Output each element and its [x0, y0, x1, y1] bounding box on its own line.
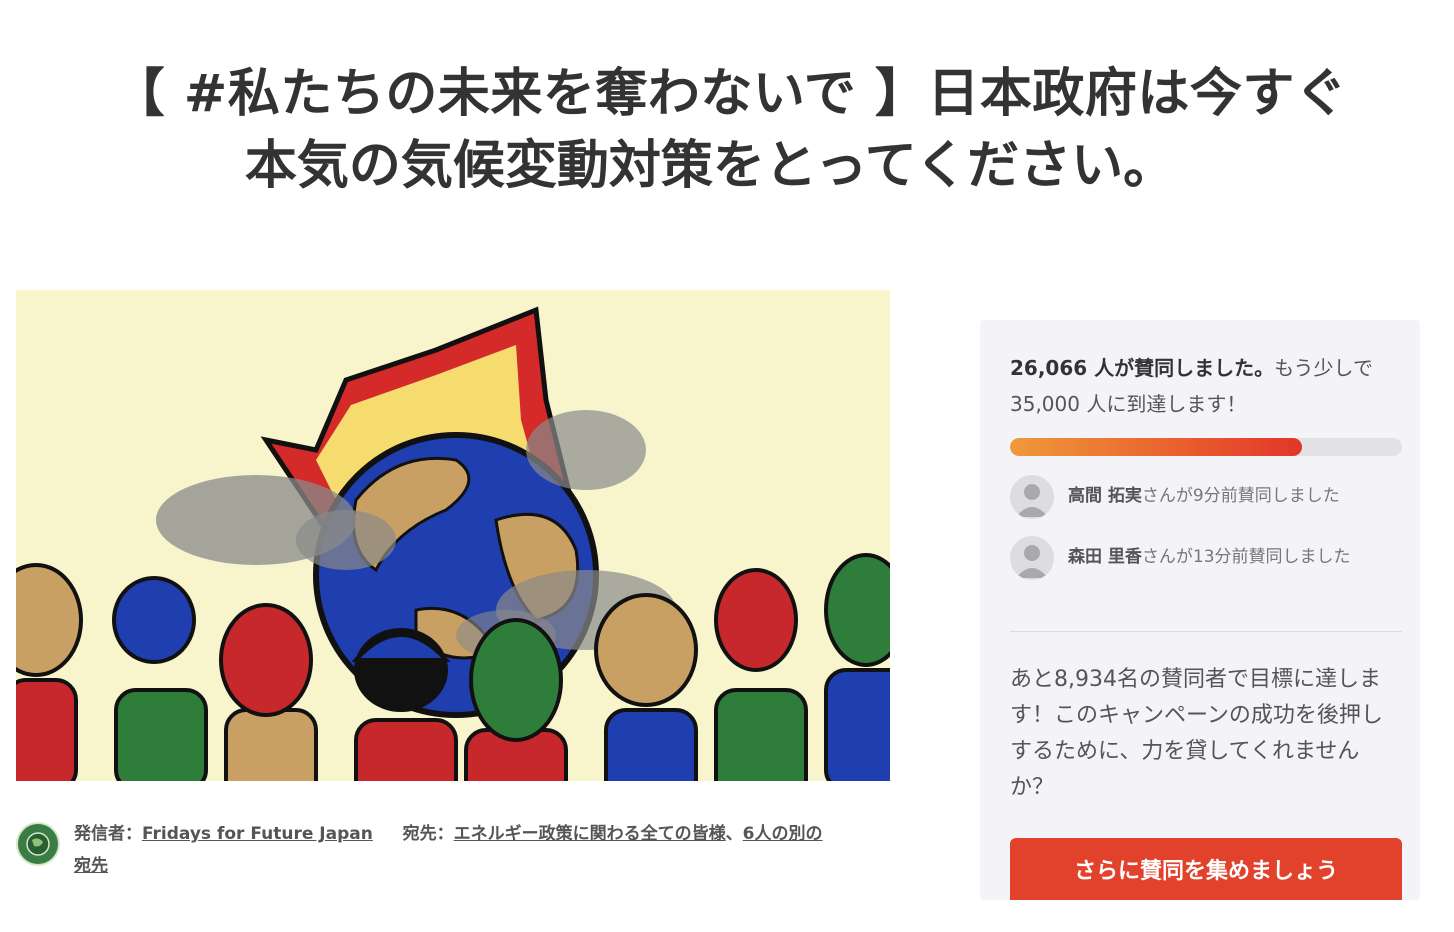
- org-avatar[interactable]: [16, 822, 60, 866]
- recent-signer-name: 森田 里香: [1068, 547, 1142, 567]
- panel-divider: [1010, 631, 1402, 632]
- recent-signer-text: 森田 里香さんが13分前賛同しました: [1068, 544, 1351, 570]
- recent-signer-text: 高間 拓実さんが9分前賛同しました: [1068, 483, 1340, 509]
- recent-signer: 森田 里香さんが13分前賛同しました: [1010, 536, 1400, 580]
- recent-signer-detail: さんが9分前賛同しました: [1141, 486, 1340, 506]
- starter-link[interactable]: Fridays for Future Japan: [142, 824, 373, 844]
- goal-suffix: 人に到達します！: [1079, 392, 1247, 416]
- signature-progress-bar: [1010, 438, 1402, 456]
- signature-pitch: あと8,934名の賛同者で目標に達します！このキャンペーンの成功を後押しするため…: [1010, 667, 1383, 800]
- signature-count-text: 26,066 人が賛同しました。もう少しで 35,000 人に到達します！: [1010, 350, 1400, 422]
- petition-meta: 発信者：Fridays for Future Japan 宛先：エネルギー政策に…: [16, 816, 890, 886]
- user-silhouette-icon: [1016, 484, 1048, 517]
- avatar: [1010, 475, 1054, 519]
- petition-title: 【 #私たちの未来を奪わないで 】日本政府は今すぐ 本気の気候変動対策をとってく…: [40, 58, 1420, 202]
- starter-label: 発信者：: [74, 824, 142, 844]
- goal-prefix: もう少しで: [1274, 356, 1373, 380]
- user-silhouette-icon: [1016, 545, 1048, 578]
- signature-panel: 26,066 人が賛同しました。もう少しで 35,000 人に到達します！ 高間…: [980, 320, 1420, 900]
- promote-petition-button[interactable]: さらに賛同を集めましょう: [1010, 838, 1402, 900]
- signature-count-suffix: 人が賛同しました。: [1087, 356, 1275, 380]
- petition-title-line1: 【 #私たちの未来を奪わないで 】日本政府は今すぐ: [112, 64, 1348, 124]
- more-targets-line2: 宛先: [74, 856, 108, 876]
- target-separator: 、: [725, 824, 743, 844]
- more-targets-line1: 6人の別の: [742, 824, 823, 844]
- petition-meta-text: 発信者：Fridays for Future Japan 宛先：エネルギー政策に…: [74, 818, 874, 882]
- recent-signer-detail: さんが13分前賛同しました: [1141, 547, 1351, 567]
- avatar: [1010, 536, 1054, 580]
- recent-signer: 高間 拓実さんが9分前賛同しました: [1010, 475, 1400, 519]
- signature-goal: 35,000: [1010, 392, 1080, 416]
- target-label: 宛先：: [402, 824, 454, 844]
- petition-title-line2: 本気の気候変動対策をとってください。: [244, 136, 1176, 196]
- hero-illustration: [16, 290, 890, 781]
- signature-progress-fill: [1010, 438, 1303, 456]
- recent-signer-name: 高間 拓実: [1068, 486, 1142, 506]
- signature-count: 26,066: [1010, 356, 1088, 380]
- petition-hero-image: [16, 290, 890, 781]
- fridays-for-future-logo-icon: [20, 826, 56, 862]
- target-link[interactable]: エネルギー政策に関わる全ての皆様: [454, 824, 726, 844]
